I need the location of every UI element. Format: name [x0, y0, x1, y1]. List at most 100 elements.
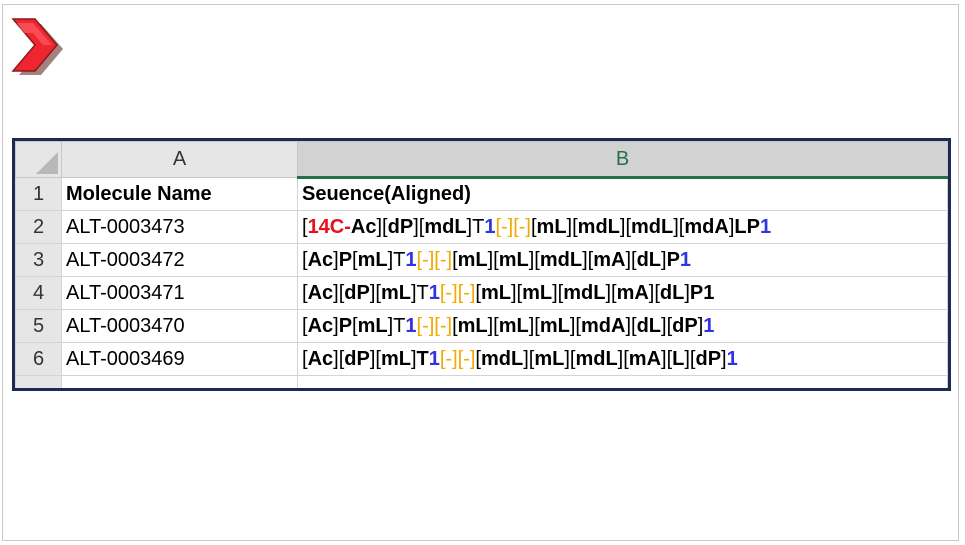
- sequence-token: ][: [673, 215, 685, 238]
- sequence-token: [-][-]: [439, 347, 476, 370]
- cell-b[interactable]: [Ac][dP][mL]T1[-][-][mL][mL][mdL][mA][dL…: [297, 276, 948, 310]
- sequence-token: ][: [684, 347, 696, 370]
- sequence-token: ][: [661, 314, 673, 337]
- sequence-token: mL: [457, 248, 488, 271]
- cell-b[interactable]: [14C-Ac][dP][mdL]T1[-][-][mL][mdL][mdL][…: [297, 210, 948, 244]
- sequence-token: ][: [369, 347, 381, 370]
- sequence-token: dL: [659, 281, 685, 304]
- sequence-token: dP: [387, 215, 414, 238]
- table-row: 5 ALT-0003470 [Ac]P[mL]T1[-][-][mL][mL][…: [15, 309, 948, 343]
- sequence-token: 1: [703, 314, 715, 337]
- sequence-token: P1: [689, 281, 715, 304]
- row-header[interactable]: 3: [15, 243, 62, 277]
- sequence-token: 1: [405, 314, 417, 337]
- sequence-token: mdL: [575, 347, 618, 370]
- sequence-token: ][: [564, 347, 576, 370]
- sequence-token: dP: [344, 347, 370, 370]
- cell-a[interactable]: ALT-0003472: [61, 243, 298, 277]
- table-row: 2 ALT-0003473 [14C-Ac][dP][mdL]T1[-][-][…: [15, 210, 948, 244]
- spreadsheet-frame: A B 1 Molecule Name Seuence(Aligned) 2 A…: [12, 138, 951, 391]
- sequence-token: mL: [522, 281, 553, 304]
- sequence-token: ]T: [466, 215, 485, 238]
- sequence-token: mdL: [539, 248, 583, 271]
- sequence-token: 1: [405, 248, 417, 271]
- table-row: 4 ALT-0003471 [Ac][dP][mL]T1[-][-][mL][m…: [15, 276, 948, 310]
- column-header-a[interactable]: A: [61, 141, 298, 178]
- sequence-token: dP: [344, 281, 370, 304]
- cell-a[interactable]: Molecule Name: [61, 177, 298, 211]
- sequence-token: ][: [619, 215, 632, 238]
- sequence-token: 1: [484, 215, 496, 238]
- column-header-b[interactable]: B: [297, 141, 948, 179]
- table-row: 6 ALT-0003469 [Ac][dP][mL]T1[-][-][mdL][…: [15, 342, 948, 376]
- cell-b[interactable]: Seuence(Aligned): [297, 177, 948, 211]
- row-header[interactable]: [15, 375, 62, 388]
- table-row: [15, 375, 948, 388]
- sequence-token: ][: [333, 281, 345, 304]
- sequence-token: P: [338, 248, 353, 271]
- sequence-token: [-][-]: [495, 215, 531, 238]
- sequence-token: mdA: [581, 314, 626, 337]
- sequence-token: ][: [625, 248, 637, 271]
- sequence-token: [-][-]: [416, 314, 453, 337]
- sequence-token: ][: [528, 248, 540, 271]
- sequence-token: mL: [357, 314, 388, 337]
- cell-a[interactable]: [61, 375, 298, 388]
- sequence-token: mL: [536, 215, 567, 238]
- sequence-token: ][: [413, 215, 425, 238]
- sequence-token: mL: [357, 248, 388, 271]
- cell-a[interactable]: ALT-0003470: [61, 309, 298, 343]
- select-all-triangle-icon: [36, 152, 58, 174]
- cell-b[interactable]: [Ac]P[mL]T1[-][-][mL][mL][mL][mdA][dL][d…: [297, 309, 948, 343]
- sequence-token: ][: [566, 215, 578, 238]
- sequence-token: 14C-: [307, 215, 351, 238]
- sequence-token: ][: [487, 314, 499, 337]
- sequence-token: ][: [369, 281, 381, 304]
- select-all-corner[interactable]: [15, 141, 62, 178]
- sequence-token: ][: [528, 314, 540, 337]
- sequence-token: 1: [679, 248, 692, 271]
- sequence-token: ][: [376, 215, 388, 238]
- sequence-token: mL: [380, 281, 411, 304]
- sequence-token: mL: [457, 314, 488, 337]
- row-header[interactable]: 4: [15, 276, 62, 310]
- sequence-token: mdL: [631, 215, 674, 238]
- cell-a[interactable]: ALT-0003473: [61, 210, 298, 244]
- sequence-token: mL: [498, 248, 529, 271]
- sequence-token: dL: [636, 314, 662, 337]
- cell-b[interactable]: [Ac][dP][mL]T1[-][-][mdL][mL][mdL][mA][L…: [297, 342, 948, 376]
- cell-a[interactable]: ALT-0003469: [61, 342, 298, 376]
- sequence-token: mdL: [563, 281, 606, 304]
- slide: A B 1 Molecule Name Seuence(Aligned) 2 A…: [2, 4, 959, 541]
- cell-b[interactable]: [297, 375, 948, 388]
- sequence-token: 1: [428, 281, 440, 304]
- sequence-token: [-][-]: [416, 248, 453, 271]
- sequence-token: mA: [616, 281, 649, 304]
- sequence-token: ][: [617, 347, 629, 370]
- sequence-token: ][: [582, 248, 594, 271]
- row-header[interactable]: 1: [15, 177, 62, 211]
- sequence-token: mA: [593, 248, 626, 271]
- sequence-token: ][: [605, 281, 617, 304]
- sequence-token: ]T: [387, 248, 406, 271]
- sequence-token: Ac: [307, 248, 334, 271]
- sequence-token: 1: [428, 347, 440, 370]
- row-header[interactable]: 5: [15, 309, 62, 343]
- sequence-token: mL: [480, 281, 511, 304]
- row-header[interactable]: 2: [15, 210, 62, 244]
- sequence-token: ]T: [387, 314, 406, 337]
- sequence-token: dP: [672, 314, 698, 337]
- row-header[interactable]: 6: [15, 342, 62, 376]
- sequence-token: P: [666, 248, 680, 271]
- sequence-token: ][: [661, 347, 673, 370]
- sequence-token: ][: [625, 314, 637, 337]
- cell-b[interactable]: [Ac]P[mL]T1[-][-][mL][mL][mdL][mA][dL]P1: [297, 243, 948, 277]
- sequence-token: 1: [759, 215, 772, 238]
- sequence-token: [-][-]: [439, 281, 476, 304]
- sequence-token: ][: [487, 248, 499, 271]
- cell-a[interactable]: ALT-0003471: [61, 276, 298, 310]
- table-row: 3 ALT-0003472 [Ac]P[mL]T1[-][-][mL][mL][…: [15, 243, 948, 277]
- sequence-token: dP: [695, 347, 722, 370]
- sequence-token: ][: [648, 281, 660, 304]
- sequence-token: mdA: [684, 215, 729, 238]
